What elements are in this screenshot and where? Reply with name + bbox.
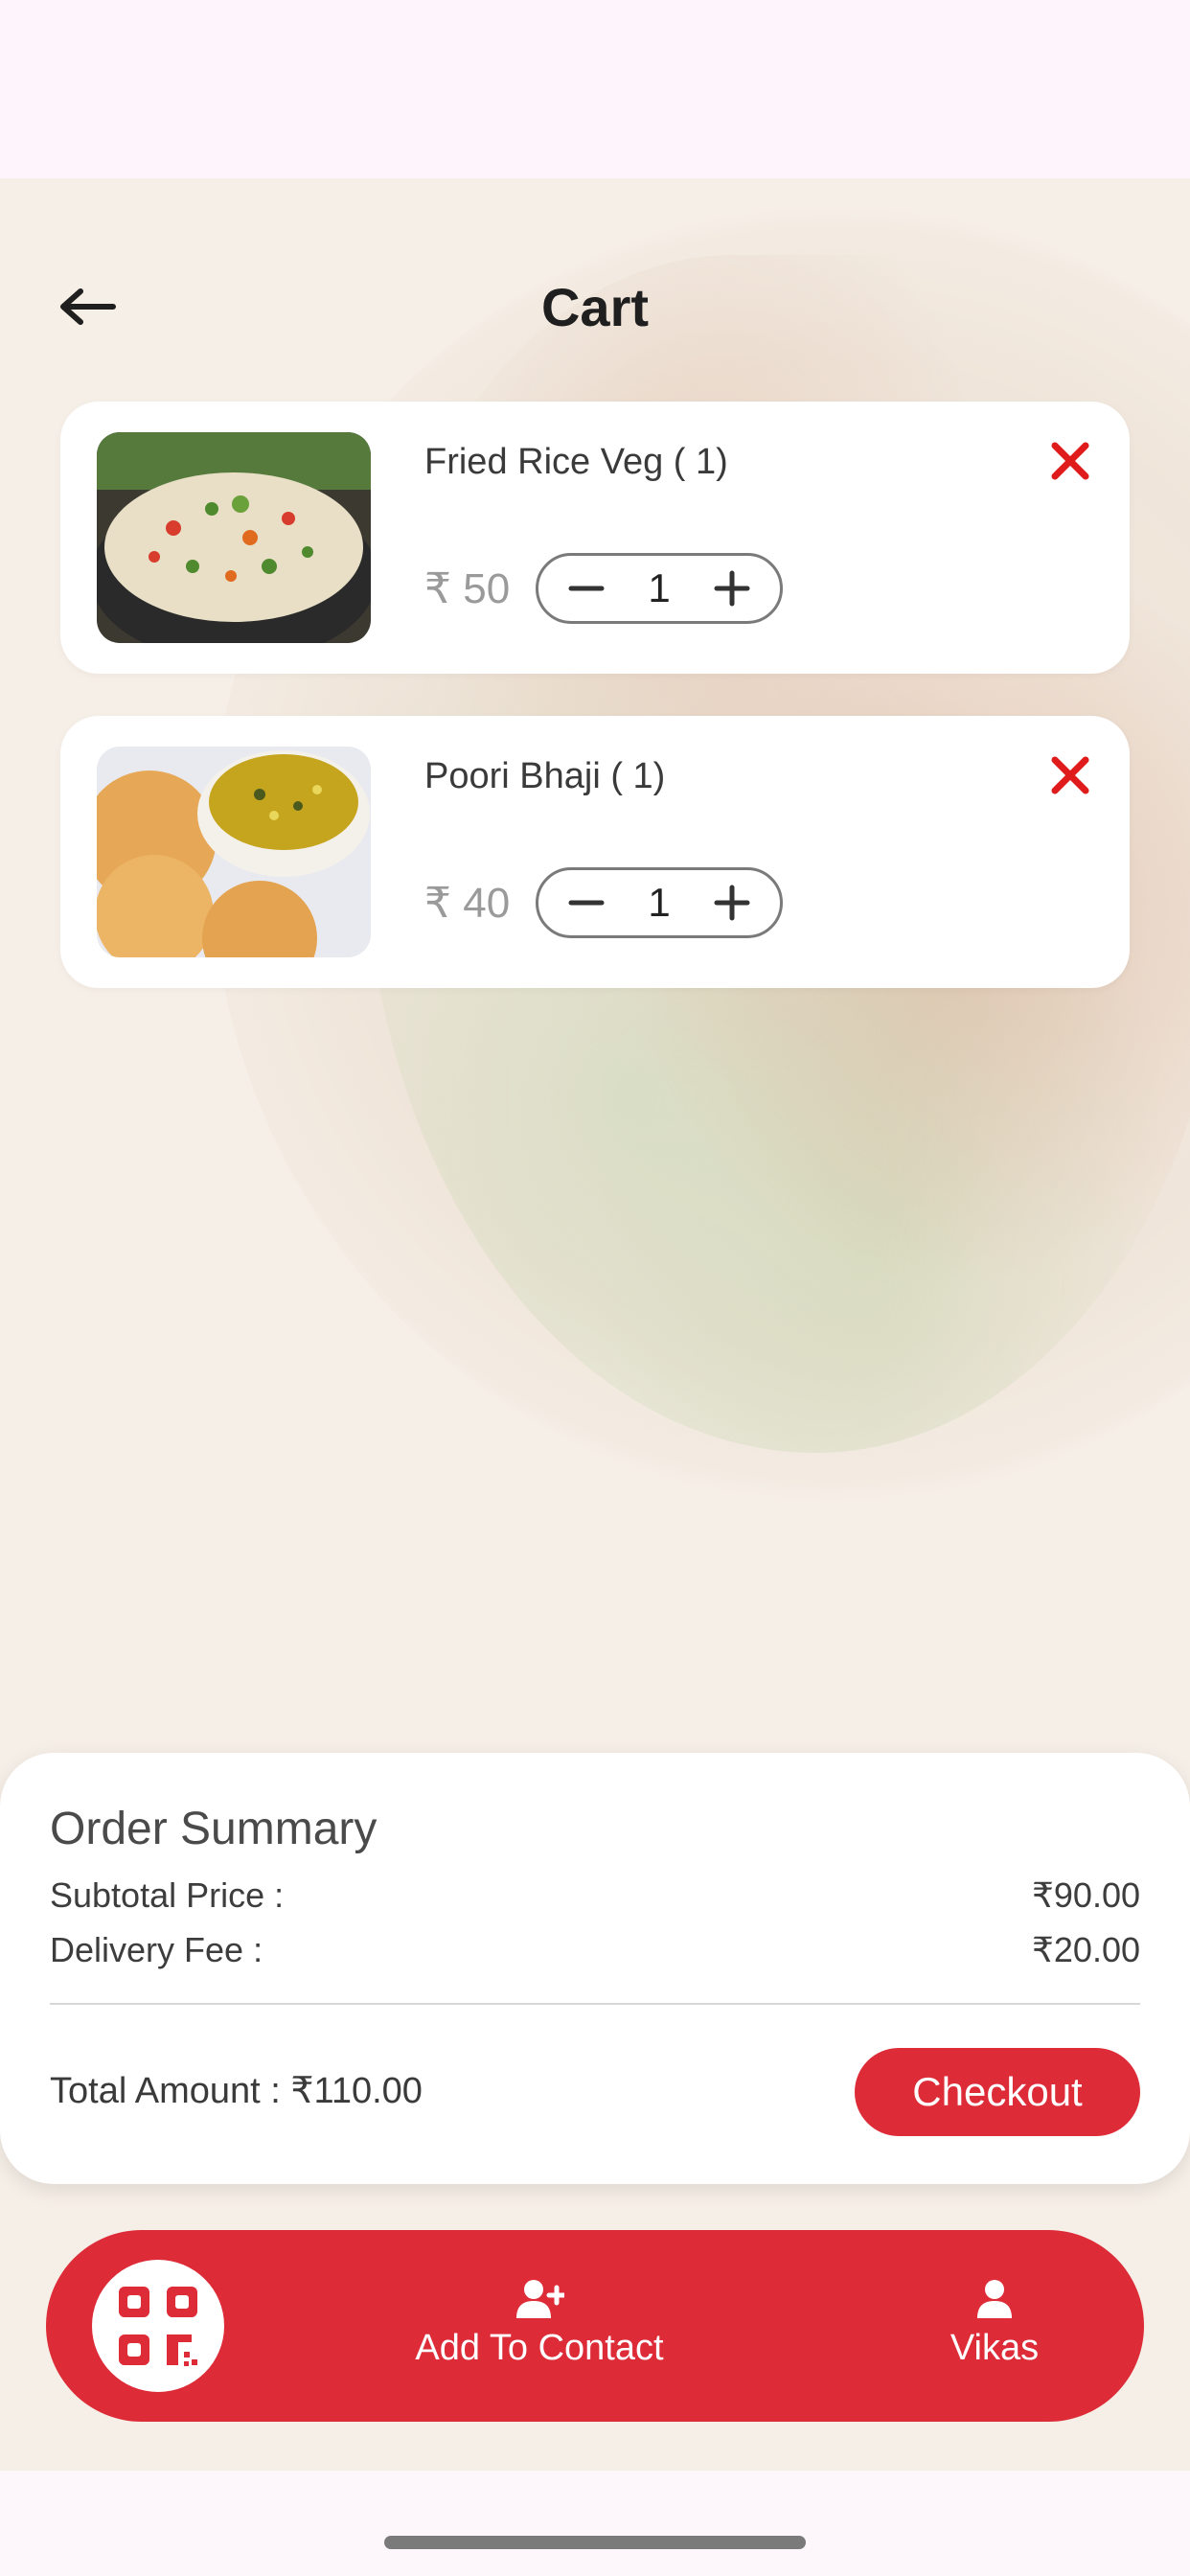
item-name: Fried Rice Veg ( 1): [424, 442, 728, 482]
divider: [50, 2003, 1140, 2005]
quantity-stepper: 1: [536, 553, 783, 624]
bottom-nav: Add To Contact Vikas: [46, 2230, 1144, 2422]
status-bar: [0, 0, 1190, 178]
order-summary-panel: Order Summary Subtotal Price : ₹90.00 De…: [0, 1753, 1190, 2184]
profile-button[interactable]: Vikas: [851, 2278, 1138, 2369]
total-amount: Total Amount : ₹110.00: [50, 2071, 423, 2111]
add-to-contact-label: Add To Contact: [415, 2328, 664, 2368]
remove-item-button[interactable]: [1045, 436, 1095, 486]
subtotal-value: ₹90.00: [1032, 1875, 1140, 1915]
remove-item-button[interactable]: [1045, 750, 1095, 800]
item-price: ₹ 50: [424, 565, 511, 612]
subtotal-label: Subtotal Price :: [50, 1875, 285, 1915]
summary-title: Order Summary: [50, 1804, 378, 1854]
decrease-button[interactable]: [565, 882, 607, 924]
quantity-value: 1: [648, 880, 671, 925]
checkout-button[interactable]: Checkout: [855, 2048, 1140, 2136]
profile-label: Vikas: [950, 2328, 1040, 2368]
minus-icon: [568, 900, 605, 906]
qr-code-icon: [119, 2287, 197, 2366]
cart-item: Fried Rice Veg ( 1) ₹ 50 1: [60, 402, 1130, 674]
cart-item: Poori Bhaji ( 1) ₹ 40 1: [60, 716, 1130, 988]
minus-icon: [568, 586, 605, 591]
close-icon: [1051, 442, 1089, 480]
fried-rice-image: [97, 432, 371, 643]
user-icon: [977, 2280, 1012, 2318]
add-to-contact-button[interactable]: Add To Contact: [362, 2278, 717, 2369]
page-title: Cart: [540, 277, 650, 337]
home-indicator[interactable]: [384, 2536, 806, 2549]
add-user-icon: [516, 2280, 564, 2318]
increase-button[interactable]: [711, 882, 753, 924]
item-price: ₹ 40: [424, 880, 511, 927]
qr-scan-button[interactable]: [92, 2260, 224, 2392]
quantity-value: 1: [648, 565, 671, 610]
plus-icon: [714, 885, 750, 921]
item-name: Poori Bhaji ( 1): [424, 756, 666, 796]
poori-bhaji-image: [97, 747, 371, 957]
header: Cart: [0, 259, 1190, 355]
delivery-row: Delivery Fee : ₹20.00: [50, 1930, 1140, 1978]
subtotal-row: Subtotal Price : ₹90.00: [50, 1875, 1140, 1923]
increase-button[interactable]: [711, 567, 753, 610]
plus-icon: [714, 570, 750, 607]
quantity-stepper: 1: [536, 867, 783, 938]
delivery-label: Delivery Fee :: [50, 1930, 263, 1969]
decrease-button[interactable]: [565, 567, 607, 610]
close-icon: [1051, 756, 1089, 794]
delivery-value: ₹20.00: [1032, 1930, 1140, 1969]
